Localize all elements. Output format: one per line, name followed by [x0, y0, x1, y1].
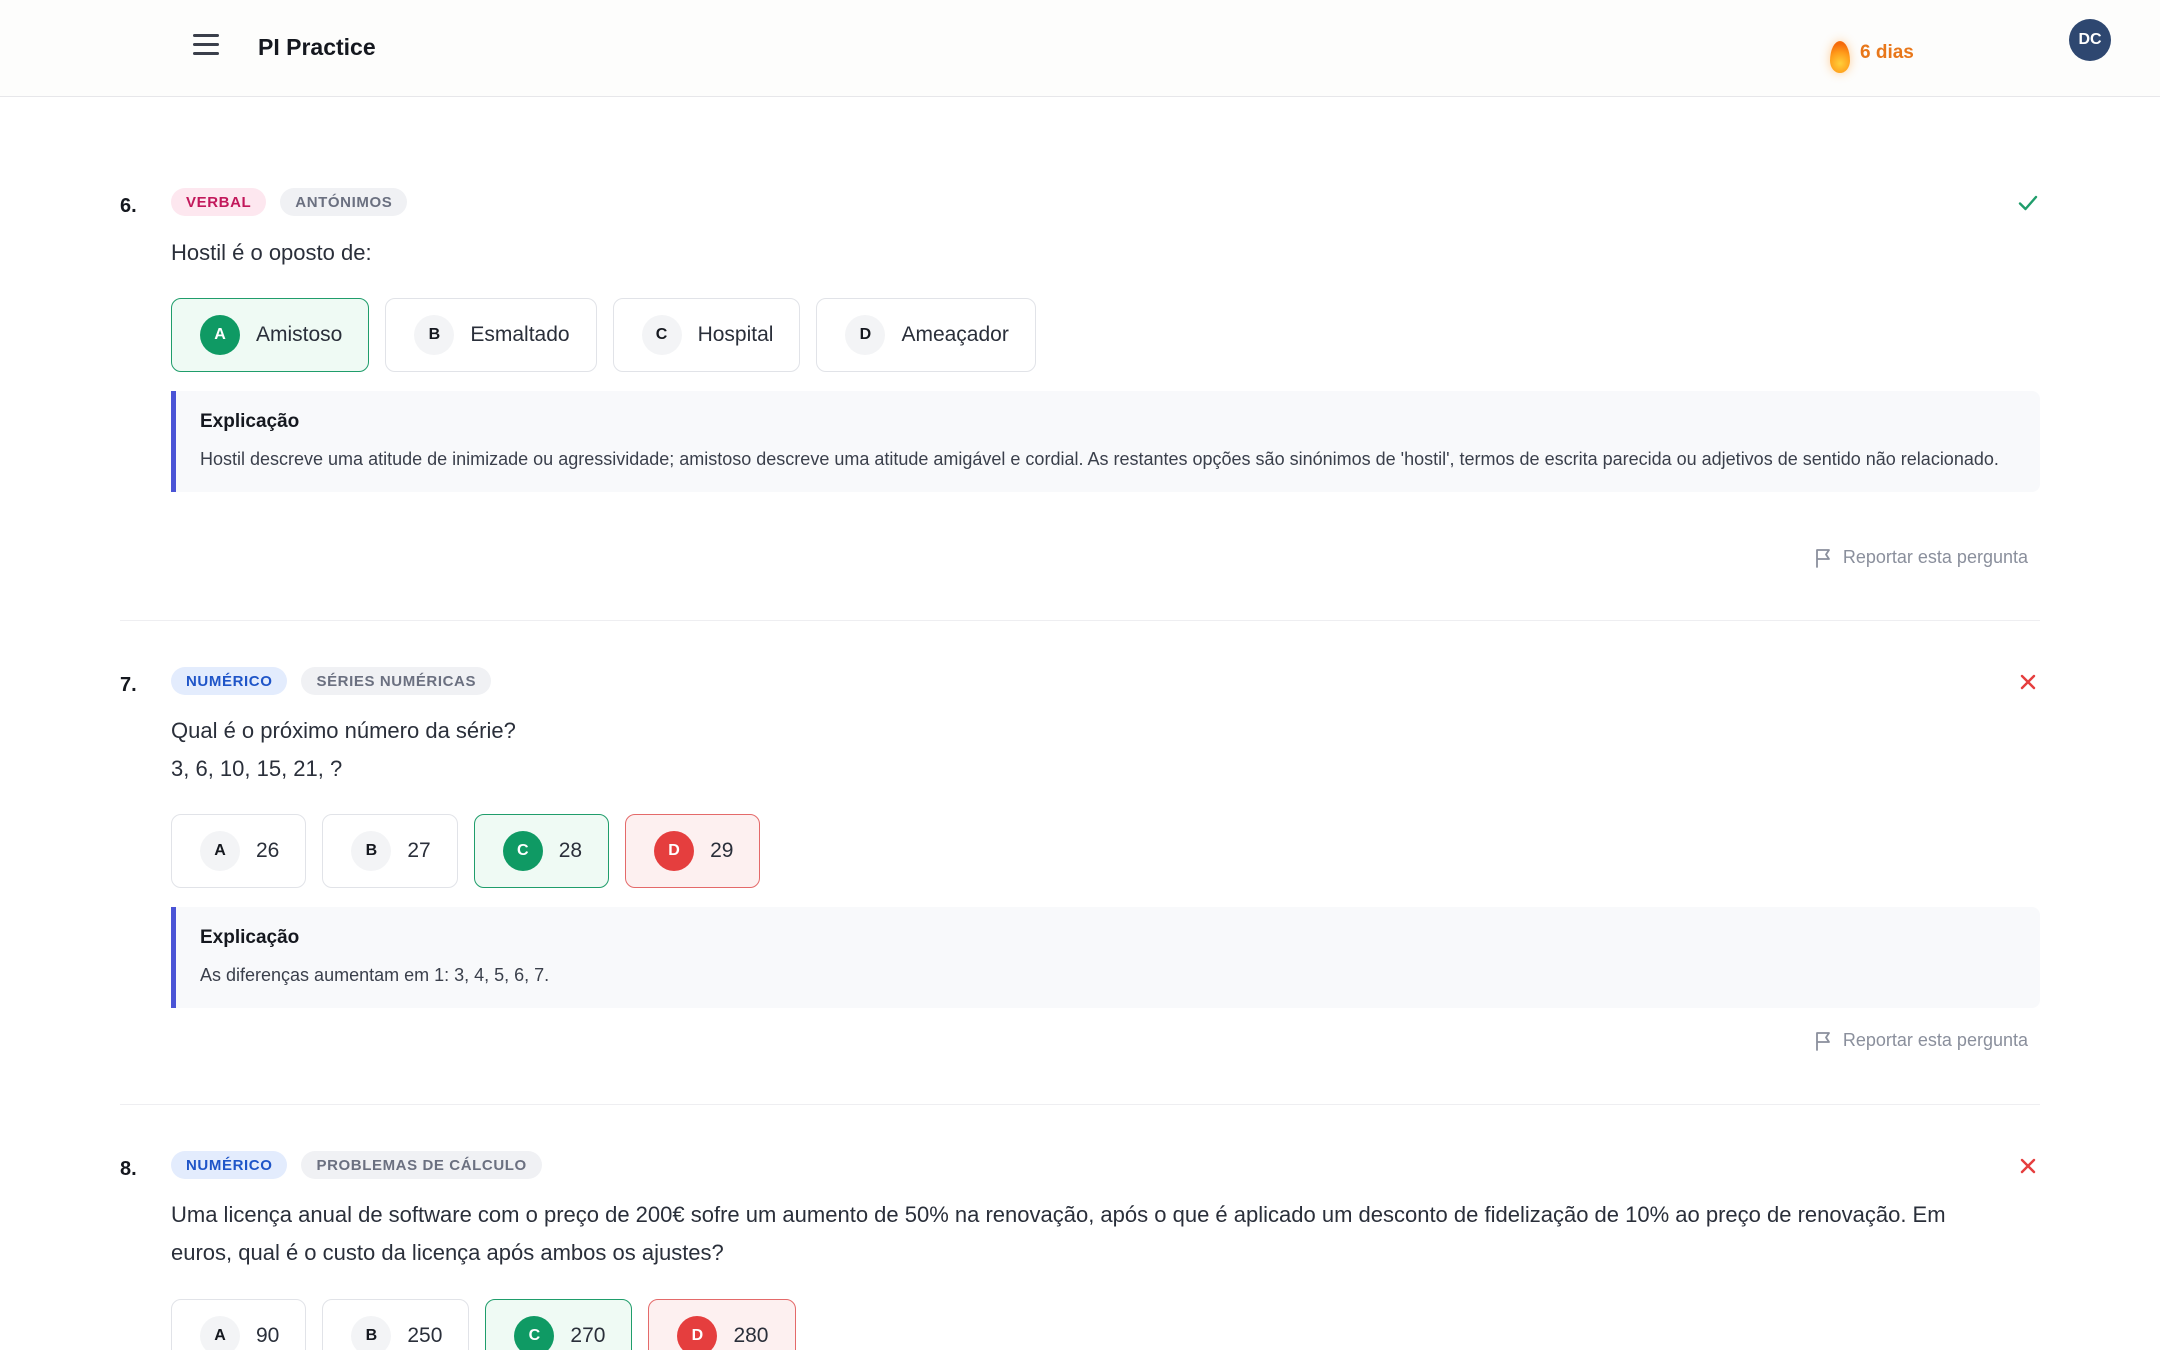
option-text: 90: [256, 1324, 280, 1347]
report-label: Reportar esta pergunta: [1842, 547, 2028, 567]
explanation-title: Explicação: [200, 411, 300, 432]
option-text: 250: [407, 1324, 443, 1347]
answer-options: A 90 B 250 C 270 D 280: [171, 1299, 796, 1350]
option-text: Ameaçador: [901, 323, 1009, 346]
option-text: 28: [558, 839, 583, 862]
option-text: Amistoso: [256, 323, 343, 346]
topic-tag: SÉRIES NUMÉRICAS: [301, 667, 492, 695]
flame-icon: [1830, 41, 1850, 73]
option-text: Hospital: [697, 323, 774, 346]
top-bar: PI Practice 6 dias DC: [0, 0, 2160, 97]
option-letter: A: [200, 831, 240, 871]
option-letter: D: [677, 1316, 718, 1350]
category-tag: VERBAL: [171, 188, 267, 216]
question-number: 7.: [120, 674, 137, 696]
option-text: 270: [570, 1324, 606, 1347]
topic-tag: PROBLEMAS DE CÁLCULO: [301, 1151, 542, 1179]
category-tag: NUMÉRICO: [171, 1151, 288, 1179]
report-question-link[interactable]: Reportar esta pergunta: [1815, 1030, 2028, 1051]
option-letter: D: [845, 315, 886, 355]
close-icon: [2020, 674, 2036, 690]
flag-icon: [1815, 548, 1830, 568]
option-b[interactable]: B Esmaltado: [385, 298, 597, 372]
question-text-line: Uma licença anual de software com o preç…: [171, 1202, 1946, 1227]
option-c[interactable]: C Hospital: [612, 298, 801, 372]
question-text-line: euros, qual é o custo da licença após am…: [171, 1240, 724, 1265]
hamburger-menu-icon[interactable]: [193, 34, 219, 56]
question-tags: NUMÉRICO SÉRIES NUMÉRICAS: [171, 667, 492, 695]
option-letter: C: [514, 1316, 555, 1350]
option-letter: B: [351, 831, 392, 871]
app-title: PI Practice: [258, 34, 376, 60]
report-question-link[interactable]: Reportar esta pergunta: [1815, 547, 2028, 568]
option-a[interactable]: A Amistoso: [171, 298, 370, 372]
option-letter: B: [351, 1316, 392, 1350]
question-text-line: Qual é o próximo número da série?: [171, 718, 516, 743]
option-text: 26: [256, 839, 280, 862]
question-divider: [120, 1104, 2040, 1105]
option-letter: D: [654, 831, 695, 871]
question-divider: [120, 620, 2040, 621]
explanation-text: Hostil descreve uma atitude de inimizade…: [200, 449, 1999, 469]
category-tag: NUMÉRICO: [171, 667, 288, 695]
explanation-text: As diferenças aumentam em 1: 3, 4, 5, 6,…: [200, 965, 550, 985]
option-letter: A: [200, 1316, 240, 1350]
option-b[interactable]: B 250: [322, 1299, 470, 1350]
option-text: 280: [733, 1324, 769, 1347]
option-a[interactable]: A 90: [171, 1299, 307, 1350]
option-a[interactable]: A 26: [171, 814, 307, 888]
explanation-box: Explicação Hostil descreve uma atitude d…: [171, 391, 2040, 492]
option-c[interactable]: C 270: [485, 1299, 633, 1350]
question-tags: VERBAL ANTÓNIMOS: [171, 188, 408, 216]
question-text: Hostil é o oposto de:: [171, 234, 372, 272]
flag-icon: [1815, 1031, 1830, 1051]
option-letter: C: [502, 831, 543, 871]
option-letter: C: [641, 315, 682, 355]
answer-options: A 26 B 27 C 28 D 29: [171, 814, 761, 888]
question-text-line: 3, 6, 10, 15, 21, ?: [171, 756, 343, 781]
close-icon: [2020, 1158, 2036, 1174]
option-d[interactable]: D 280: [648, 1299, 796, 1350]
question-text: Uma licença anual de software com o preç…: [171, 1196, 1946, 1272]
question-number: 8.: [120, 1158, 137, 1180]
explanation-title: Explicação: [200, 927, 300, 948]
option-letter: A: [200, 315, 240, 355]
report-label: Reportar esta pergunta: [1842, 1030, 2028, 1050]
option-text: 29: [710, 839, 734, 862]
option-text: Esmaltado: [470, 323, 570, 346]
option-text: 27: [407, 839, 431, 862]
question-text: Qual é o próximo número da série? 3, 6, …: [171, 712, 516, 788]
option-d[interactable]: D 29: [625, 814, 761, 888]
explanation-box: Explicação As diferenças aumentam em 1: …: [171, 907, 2040, 1008]
option-c[interactable]: C 28: [473, 814, 610, 888]
answer-options: A Amistoso B Esmaltado C Hospital D Amea…: [171, 298, 1036, 372]
topic-tag: ANTÓNIMOS: [280, 188, 408, 216]
avatar[interactable]: DC: [2069, 19, 2111, 61]
option-letter: B: [414, 315, 455, 355]
check-icon: [2018, 195, 2038, 211]
streak-label: 6 dias: [1860, 42, 1914, 63]
question-number: 6.: [120, 195, 137, 217]
question-text-line: Hostil é o oposto de:: [171, 240, 372, 265]
streak-indicator: 6 dias: [1830, 33, 1914, 73]
option-b[interactable]: B 27: [322, 814, 458, 888]
option-d[interactable]: D Ameaçador: [816, 298, 1036, 372]
question-tags: NUMÉRICO PROBLEMAS DE CÁLCULO: [171, 1151, 542, 1179]
